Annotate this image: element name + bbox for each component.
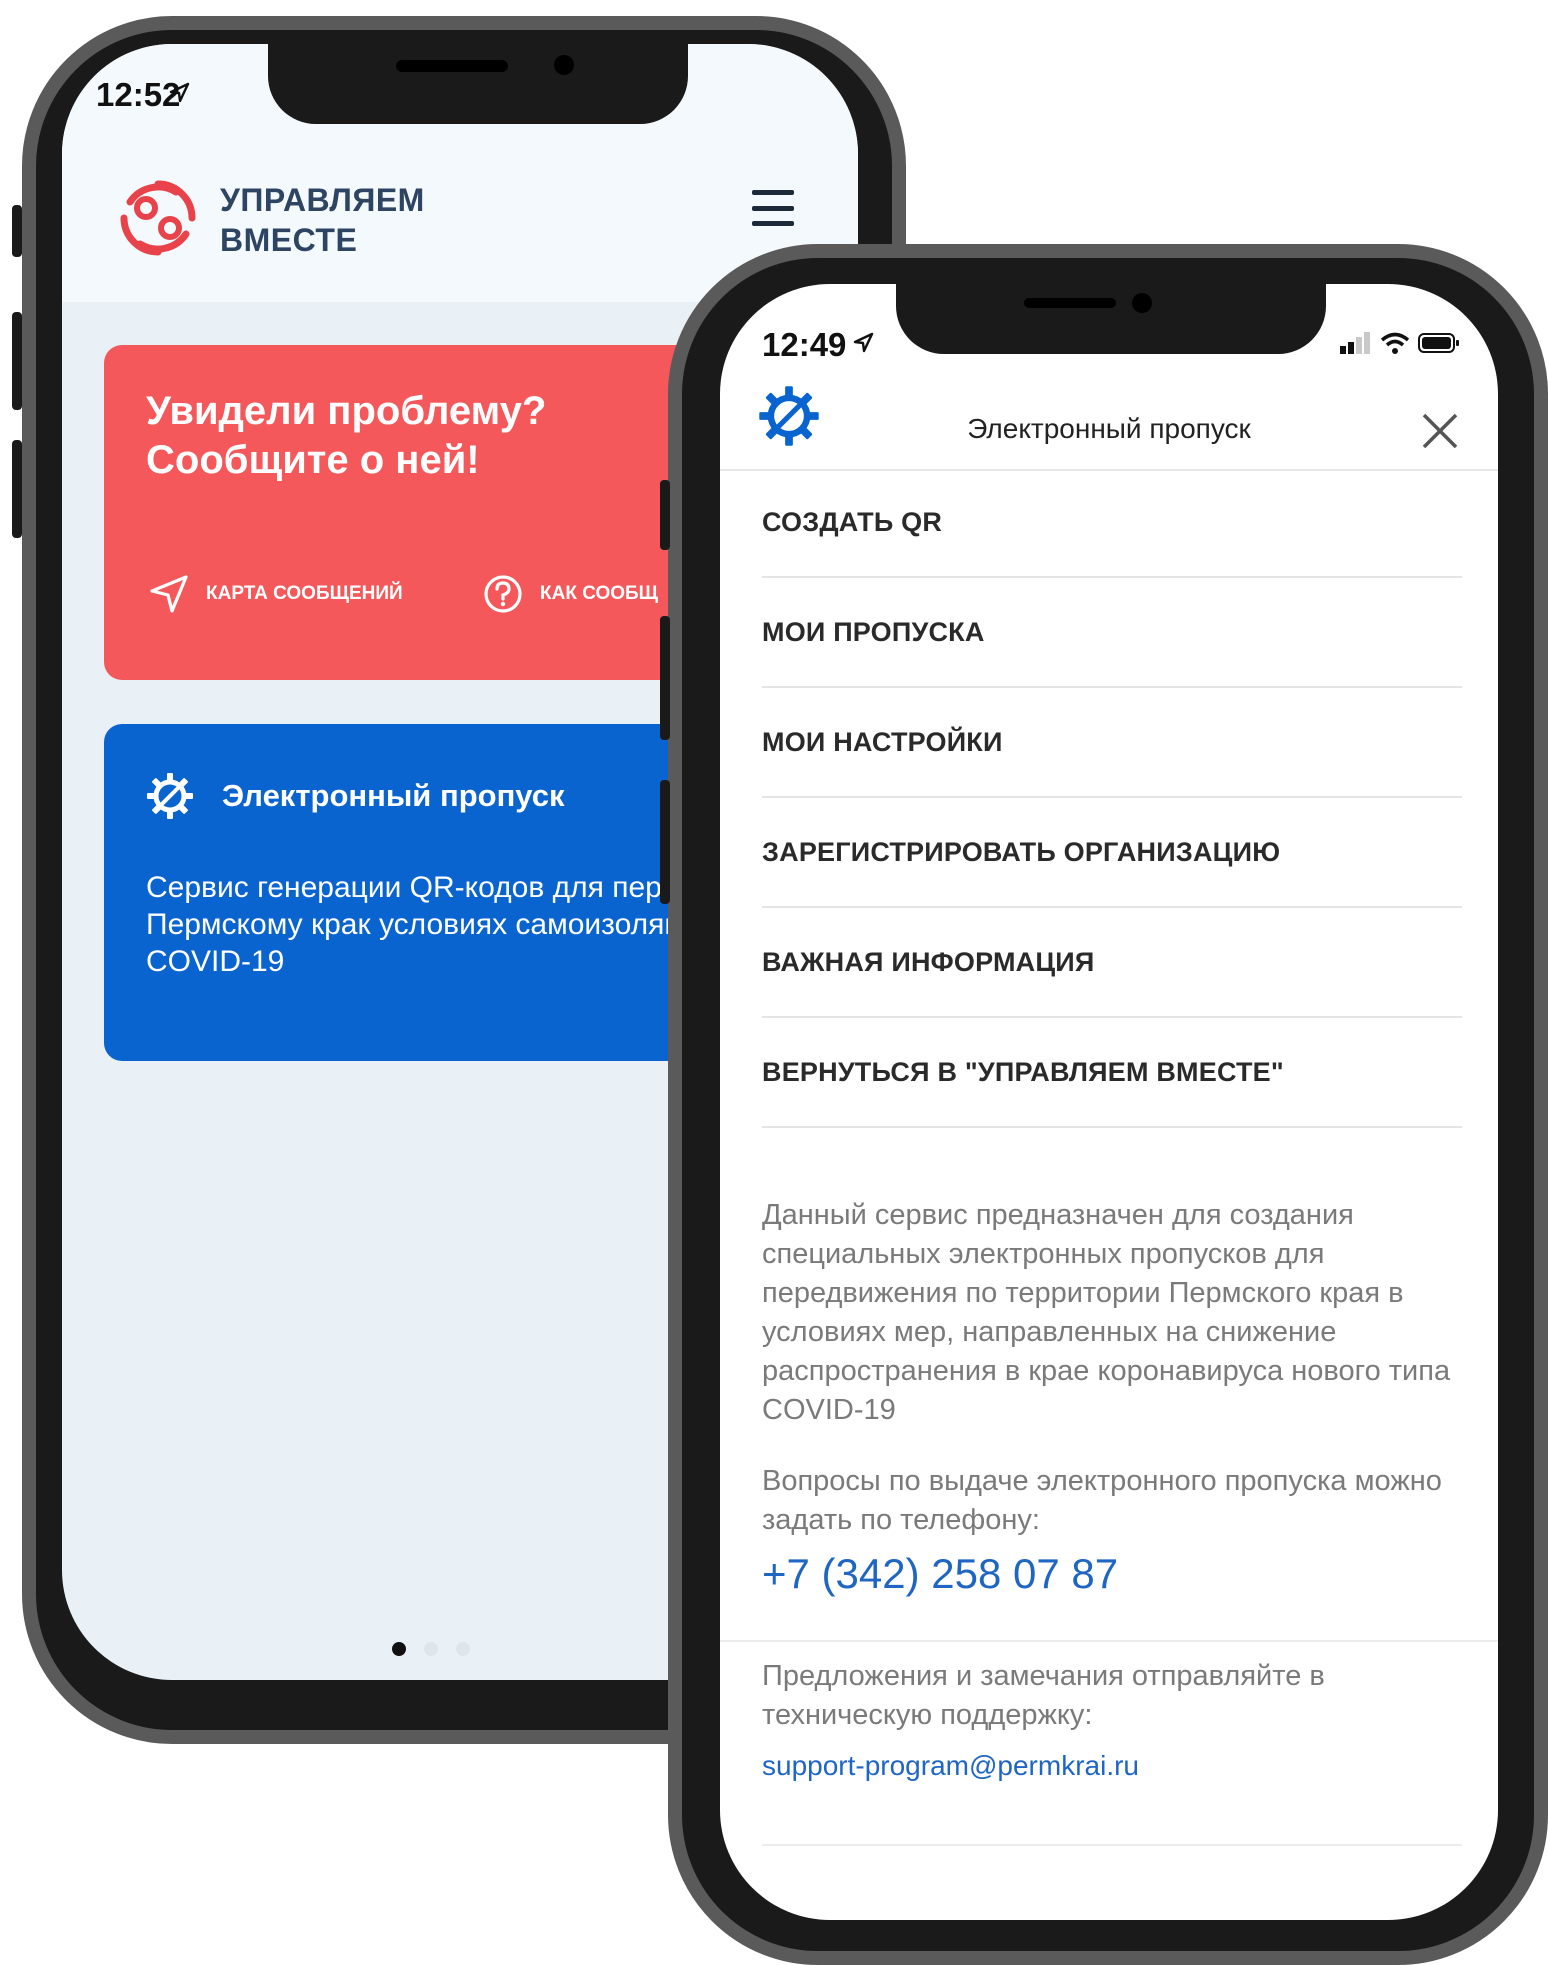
report-card-title: Увидели проблему? Сообщите о ней! — [146, 389, 547, 482]
questions-text: Вопросы по выдаче электронного пропуска … — [762, 1465, 1442, 1536]
menu-title: Электронный пропуск — [967, 413, 1251, 444]
question-circle-icon — [484, 575, 522, 613]
menu-item-my-passes[interactable]: МОИ ПРОПУСКА — [762, 578, 1462, 688]
signal-icon — [1340, 332, 1370, 354]
notch-front — [896, 284, 1326, 354]
logo-icon — [120, 180, 196, 256]
notch-back — [268, 44, 688, 124]
side-button-front — [660, 480, 670, 550]
page-indicator[interactable] — [392, 1642, 470, 1656]
support-email-link[interactable]: support-program@permkrai.ru — [762, 1750, 1139, 1782]
page-dot-active[interactable] — [392, 1642, 406, 1656]
hamburger-icon[interactable] — [752, 190, 794, 226]
gear-icon — [147, 773, 193, 819]
menu-item-important-info[interactable]: ВАЖНАЯ ИНФОРМАЦИЯ — [762, 908, 1462, 1018]
menu-item-my-settings[interactable]: МОИ НАСТРОЙКИ — [762, 688, 1462, 798]
volume-up-button-front — [660, 616, 670, 740]
screen-front: 12:49 Электронный пропуск СОЗДАТЬ QR МОИ… — [720, 284, 1498, 1920]
suggestions-text: Предложения и замечания отправляйте в те… — [762, 1660, 1325, 1731]
status-icons-front — [1340, 332, 1460, 354]
menu-item-return[interactable]: ВЕРНУТЬСЯ В "УПРАВЛЯЕМ ВМЕСТЕ" — [762, 1018, 1462, 1128]
battery-icon — [1418, 333, 1459, 353]
divider — [762, 1844, 1462, 1846]
app-name-line2: ВМЕСТЕ — [220, 222, 358, 258]
wifi-icon — [1380, 332, 1410, 354]
message-map-link[interactable]: КАРТА СООБЩЕНИЙ — [148, 573, 403, 615]
location-arrow-icon — [169, 82, 190, 103]
menu-item-create-qr[interactable]: СОЗДАТЬ QR — [762, 468, 1462, 578]
menu-list: СОЗДАТЬ QR МОИ ПРОПУСКА МОИ НАСТРОЙКИ ЗА… — [762, 468, 1462, 1128]
divider — [720, 1640, 1498, 1642]
service-info-text: Данный сервис предназначен для создания … — [762, 1199, 1451, 1426]
page-dot[interactable] — [424, 1642, 438, 1656]
volume-down-button — [12, 440, 22, 538]
volume-up-button — [12, 312, 22, 410]
pass-card-header: Электронный пропуск — [146, 772, 565, 820]
how-to-report-link[interactable]: КАК СООБЩ — [482, 573, 658, 615]
menu-item-register-organization[interactable]: ЗАРЕГИСТРИРОВАТЬ ОРГАНИЗАЦИЮ — [762, 798, 1462, 908]
support-phone-link[interactable]: +7 (342) 258 07 87 — [762, 1550, 1118, 1598]
app-logo-text: УПРАВЛЯЕМ ВМЕСТЕ — [220, 180, 425, 260]
close-icon[interactable] — [1420, 411, 1460, 451]
message-map-label: КАРТА СООБЩЕНИЙ — [206, 583, 403, 604]
location-arrow-icon — [853, 332, 874, 353]
volume-down-button-front — [660, 780, 670, 904]
how-to-report-label: КАК СООБЩ — [540, 583, 659, 604]
page-dot[interactable] — [456, 1642, 470, 1656]
menu-header: Электронный пропуск — [720, 379, 1498, 471]
send-icon — [150, 575, 188, 613]
app-name-line1: УПРАВЛЯЕМ — [220, 182, 425, 218]
status-time-front: 12:49 — [762, 326, 847, 363]
pass-card-title: Электронный пропуск — [222, 778, 565, 813]
side-button — [12, 205, 22, 257]
